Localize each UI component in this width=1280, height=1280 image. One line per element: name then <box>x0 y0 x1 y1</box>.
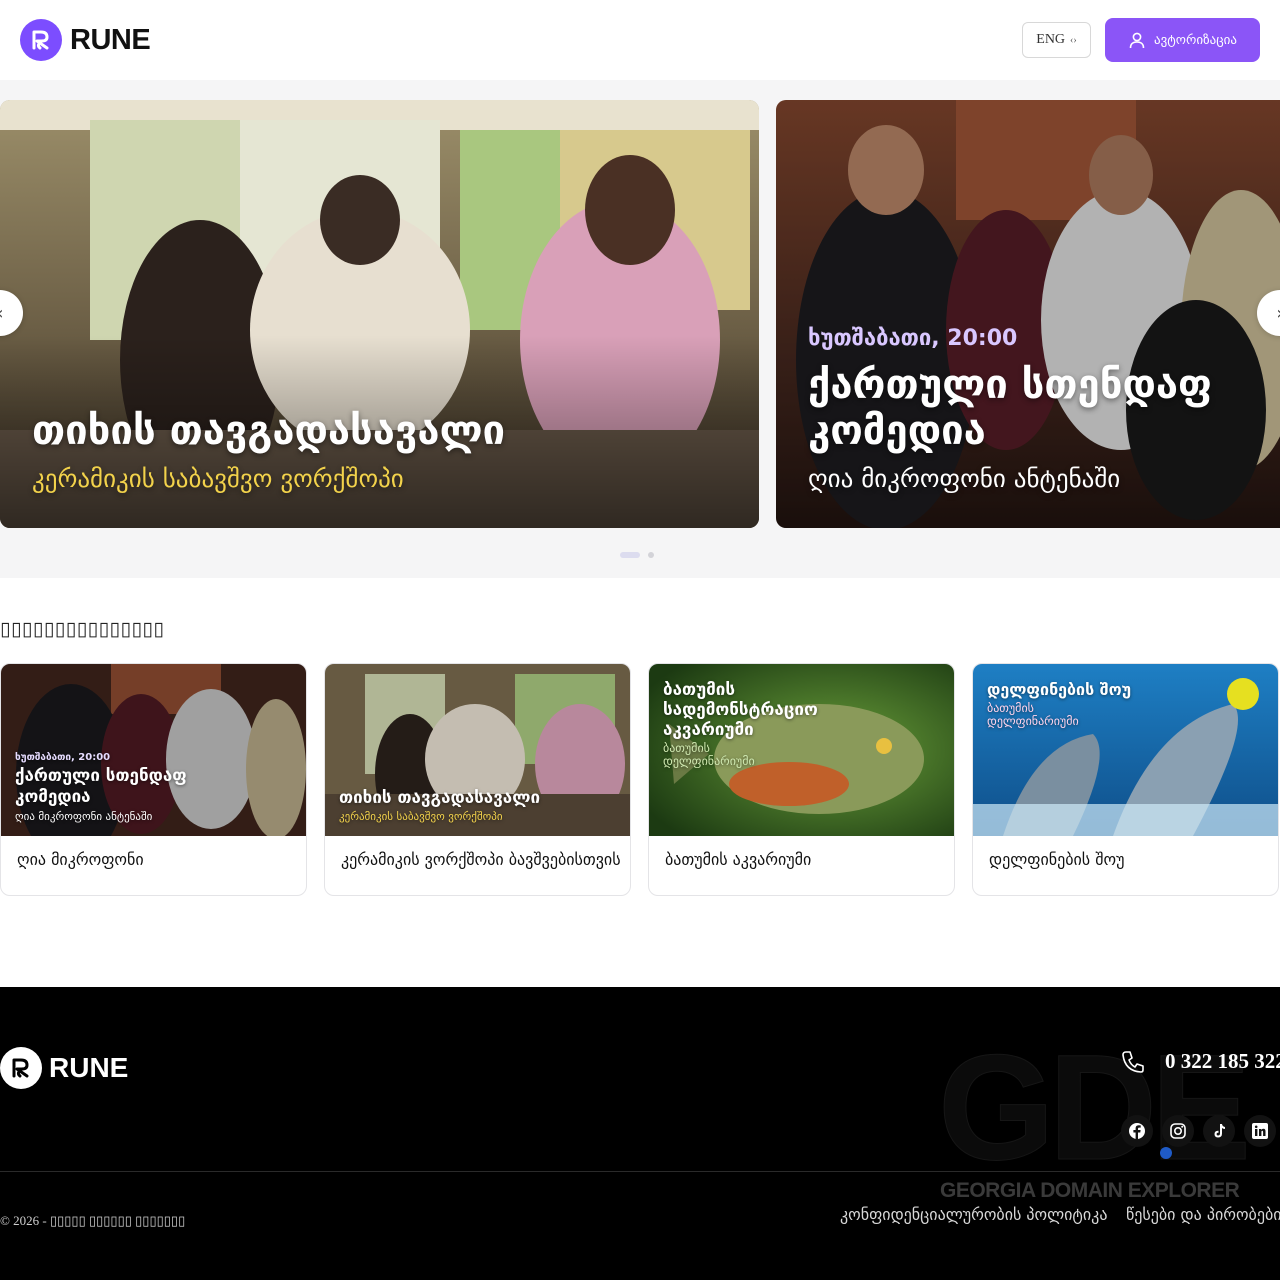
thumb-subtitle: კერამიკის საბავშვო ვორქშოპი <box>339 810 503 823</box>
thumb-title: ბათუმის სადემონსტრაციო აკვარიუმი <box>663 680 818 740</box>
thumb-title-line: ქართული სთენდაფ <box>15 766 187 786</box>
event-card[interactable]: დელფინების შოუ ბათუმის დელფინარიუმი დელფ… <box>972 663 1279 896</box>
terms-link[interactable]: წესები და პირობები <box>1126 1205 1280 1224</box>
gde-watermark-subtitle: GEORGIA DOMAIN EXPLORER <box>940 1179 1240 1202</box>
card-title: კერამიკის ვორქშოპი ბავშვებისთვის <box>341 850 621 869</box>
site-logo[interactable]: RUNE <box>20 19 151 61</box>
pagination-dot-active[interactable] <box>620 552 640 558</box>
hero-slide[interactable]: თიხის თავგადასავალი კერამიკის საბავშვო ვ… <box>0 100 759 528</box>
thumb-subtitle: ღია მიკროფონი ანტენაში <box>15 810 153 823</box>
thumb-subtitle: ბათუმის დელფინარიუმი <box>663 742 755 768</box>
thumb-title: დელფინების შოუ <box>987 680 1132 699</box>
linkedin-link[interactable] <box>1244 1115 1276 1147</box>
thumb-title-line: აკვარიუმი <box>663 720 754 740</box>
site-footer: RUNE GDE GEORGIA DOMAIN EXPLORER 0 322 1… <box>0 987 1280 1280</box>
pagination-dot[interactable] <box>648 552 654 558</box>
language-label: ENG <box>1036 32 1066 47</box>
phone-icon <box>1122 1051 1144 1073</box>
carousel-pagination <box>620 552 654 558</box>
event-card[interactable]: თიხის თავგადასავალი კერამიკის საბავშვო ვ… <box>324 663 631 896</box>
hero-carousel: თიხის თავგადასავალი კერამიკის საბავშვო ვ… <box>0 80 1280 578</box>
footer-divider <box>0 1171 1280 1172</box>
chevron-right-icon: › <box>1276 303 1280 324</box>
phone-number[interactable]: 0 322 185 322 <box>1165 1049 1280 1074</box>
card-title: ბათუმის აკვარიუმი <box>665 850 812 869</box>
language-switch-button[interactable]: ENG ‹› <box>1022 22 1091 58</box>
social-links <box>1121 1115 1276 1147</box>
card-thumbnail: დელფინების შოუ ბათუმის დელფინარიუმი <box>973 664 1278 836</box>
slide-date: ხუთშაბათი, 20:00 <box>808 326 1018 351</box>
thumb-date: ხუთშაბათი, 20:00 <box>15 752 111 763</box>
tiktok-link[interactable] <box>1203 1115 1235 1147</box>
slide-title-line: ქართული სთენდაფ <box>808 362 1213 408</box>
thumb-title: თიხის თავგადასავალი <box>339 788 541 808</box>
thumb-subtitle-line: დელფინარიუმი <box>987 714 1079 728</box>
card-title: ღია მიკროფონი <box>17 850 144 869</box>
slide-title: ქართული სთენდაფ კომედია <box>808 362 1212 454</box>
thumb-title: ქართული სთენდაფ კომედია <box>15 766 187 808</box>
user-icon <box>1129 32 1145 49</box>
thumb-subtitle-line: დელფინარიუმი <box>663 754 755 768</box>
card-thumbnail: ხუთშაბათი, 20:00 ქართული სთენდაფ კომედია… <box>1 664 306 836</box>
card-title: დელფინების შოუ <box>989 850 1125 869</box>
gde-dot <box>1160 1147 1172 1159</box>
login-button[interactable]: ავტორიზაცია <box>1105 18 1260 62</box>
facebook-icon <box>1129 1123 1145 1140</box>
hero-slide[interactable]: ხუთშაბათი, 20:00 ქართული სთენდაფ კომედია… <box>776 100 1280 528</box>
linkedin-icon <box>1252 1123 1268 1139</box>
rune-logo-icon <box>0 1047 42 1089</box>
slide-subtitle: ღია მიკროფონი ანტენაში <box>808 464 1121 493</box>
card-thumbnail: თიხის თავგადასავალი კერამიკის საბავშვო ვ… <box>325 664 630 836</box>
card-thumbnail: ბათუმის სადემონსტრაციო აკვარიუმი ბათუმის… <box>649 664 954 836</box>
facebook-link[interactable] <box>1121 1115 1153 1147</box>
footer-logo[interactable]: RUNE <box>0 1047 128 1089</box>
chevron-left-icon: ‹ <box>0 303 4 324</box>
thumb-title-line: ბათუმის <box>663 680 736 700</box>
instagram-icon <box>1170 1123 1186 1139</box>
code-arrows-icon: ‹› <box>1070 34 1077 46</box>
logo-text: RUNE <box>70 23 151 56</box>
footer-logo-text: RUNE <box>49 1052 129 1083</box>
rune-logo-icon <box>20 19 62 61</box>
thumb-subtitle: ბათუმის დელფინარიუმი <box>987 702 1079 728</box>
event-card[interactable]: ხუთშაბათი, 20:00 ქართული სთენდაფ კომედია… <box>0 663 307 896</box>
login-label: ავტორიზაცია <box>1154 32 1237 48</box>
slide-title-line: კომედია <box>808 408 986 454</box>
privacy-policy-link[interactable]: კონფიდენციალურობის პოლიტიკა <box>840 1205 1107 1224</box>
section-title: ▯▯▯▯▯▯▯▯▯▯▯▯▯▯▯ <box>0 618 165 640</box>
slide-subtitle: კერამიკის საბავშვო ვორქშოპი <box>32 464 404 493</box>
copyright-text: © 2026 - ▯▯▯▯▯ ▯▯▯▯▯▯ ▯▯▯▯▯▯▯ <box>0 1213 186 1228</box>
instagram-link[interactable] <box>1162 1115 1194 1147</box>
thumb-title-line: სადემონსტრაციო <box>663 700 818 720</box>
event-card[interactable]: ბათუმის სადემონსტრაციო აკვარიუმი ბათუმის… <box>648 663 955 896</box>
slide-title: თიხის თავგადასავალი <box>32 408 506 454</box>
thumb-title-line: კომედია <box>15 787 91 807</box>
tiktok-icon <box>1214 1124 1225 1138</box>
site-header: RUNE ENG ‹› ავტორიზაცია <box>0 0 1280 80</box>
